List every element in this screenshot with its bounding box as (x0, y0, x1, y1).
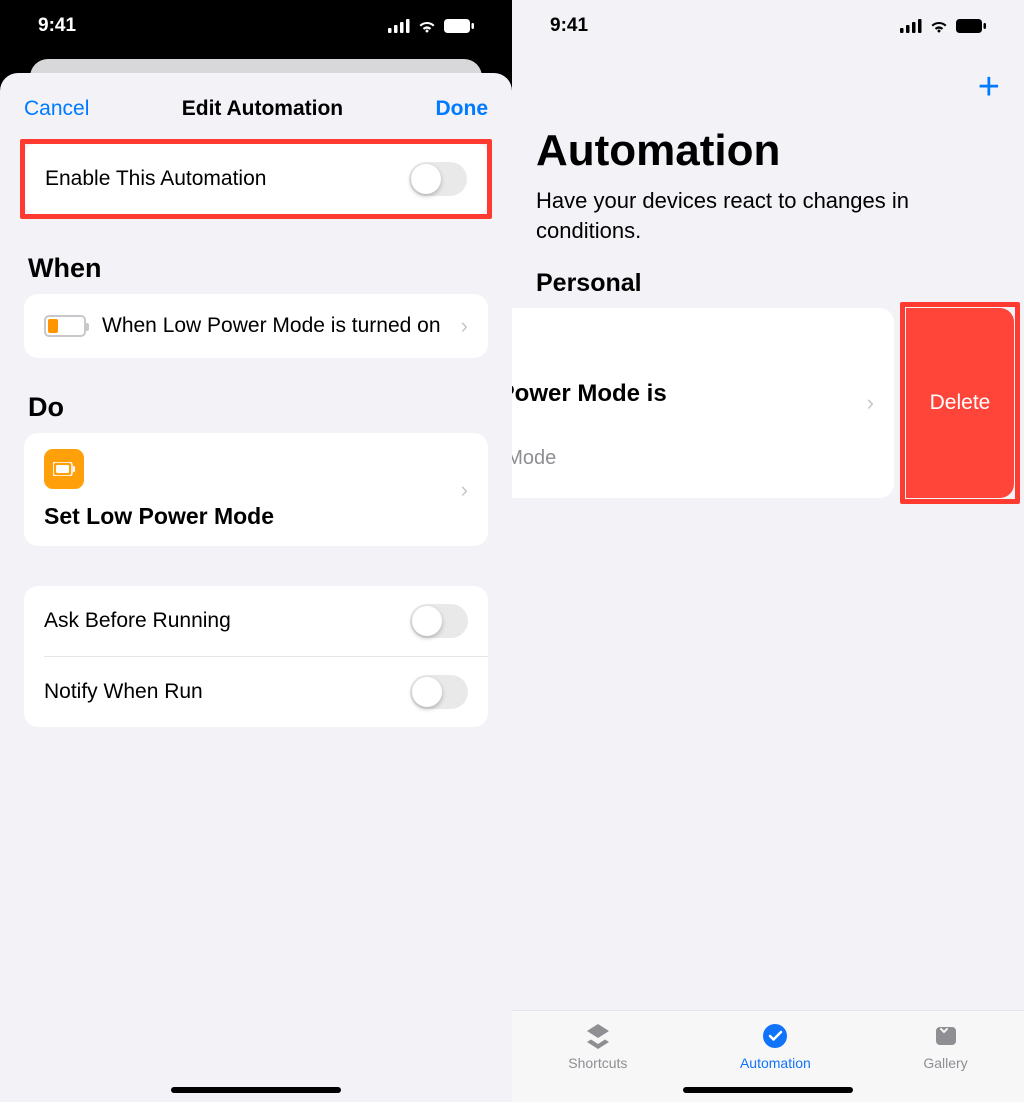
when-heading: When (0, 237, 512, 294)
chevron-right-icon: › (461, 313, 468, 339)
do-label: Set Low Power Mode (44, 503, 274, 530)
status-icons (388, 19, 474, 33)
automation-screen: + Automation Have your devices react to … (512, 52, 1024, 1102)
automation-icon (760, 1021, 790, 1051)
page-title: Automation (512, 52, 1024, 186)
ask-before-running-row[interactable]: Ask Before Running (24, 586, 488, 656)
tab-shortcuts-label: Shortcuts (568, 1055, 627, 1071)
chevron-right-icon: › (867, 390, 874, 416)
enable-label: Enable This Automation (45, 167, 409, 191)
chevron-right-icon: › (461, 477, 468, 503)
wifi-icon (929, 19, 949, 33)
done-button[interactable]: Done (436, 97, 489, 121)
tab-gallery-label: Gallery (923, 1055, 967, 1071)
wifi-icon (417, 19, 437, 33)
status-time: 9:41 (38, 15, 76, 37)
enable-toggle[interactable] (409, 162, 467, 196)
enable-automation-row[interactable]: Enable This Automation (25, 144, 487, 214)
notify-label: Notify When Run (44, 680, 410, 704)
home-indicator (683, 1087, 853, 1093)
ask-label: Ask Before Running (44, 609, 410, 633)
delete-label: Delete (930, 391, 991, 415)
battery-icon (444, 19, 474, 33)
tab-shortcuts[interactable]: Shortcuts (568, 1021, 627, 1071)
do-action-row[interactable]: Set Low Power Mode › (24, 433, 488, 546)
automation-card[interactable]: → Low Power Mode isd on Power Mode › (512, 308, 894, 498)
personal-section-heading: Personal (512, 269, 1024, 308)
add-automation-button[interactable]: + (978, 68, 1000, 106)
nav-title: Edit Automation (182, 97, 343, 121)
automation-subtitle: Power Mode (512, 447, 874, 470)
status-bar: 9:41 (512, 0, 1024, 52)
home-indicator (171, 1087, 341, 1093)
notify-when-run-row[interactable]: Notify When Run (24, 657, 488, 727)
when-text: When Low Power Mode is turned on (102, 312, 453, 339)
status-time: 9:41 (550, 15, 588, 37)
shortcuts-icon (583, 1021, 613, 1051)
enable-highlight: Enable This Automation (20, 139, 492, 219)
cellular-icon (388, 19, 410, 33)
cancel-button[interactable]: Cancel (24, 97, 89, 121)
page-subtitle: Have your devices react to changes in co… (512, 186, 1024, 269)
nav-bar: Cancel Edit Automation Done (0, 83, 512, 139)
cellular-icon (900, 19, 922, 33)
status-bar: 9:41 (0, 0, 512, 52)
do-heading: Do (0, 376, 512, 433)
automation-title: Low Power Mode isd on (512, 378, 874, 440)
battery-icon (956, 19, 986, 33)
low-battery-icon (44, 315, 86, 337)
gallery-icon (931, 1021, 961, 1051)
notify-toggle[interactable] (410, 675, 468, 709)
automation-row-swipe[interactable]: → Low Power Mode isd on Power Mode › Del… (536, 308, 1024, 498)
tab-automation[interactable]: Automation (740, 1021, 811, 1071)
status-icons (900, 19, 986, 33)
tab-gallery[interactable]: Gallery (923, 1021, 967, 1071)
edit-sheet: Cancel Edit Automation Done Enable This … (0, 73, 512, 1102)
ask-toggle[interactable] (410, 604, 468, 638)
tab-automation-label: Automation (740, 1055, 811, 1071)
phone-right-automation-list: 9:41 + Automation Have your devices reac… (512, 0, 1024, 1102)
phone-left-edit-automation: 9:41 Cancel Edit Automation Done Enable … (0, 0, 512, 1102)
delete-button[interactable]: Delete (906, 308, 1014, 498)
when-condition-row[interactable]: When Low Power Mode is turned on › (24, 294, 488, 358)
battery-action-icon (44, 449, 84, 489)
